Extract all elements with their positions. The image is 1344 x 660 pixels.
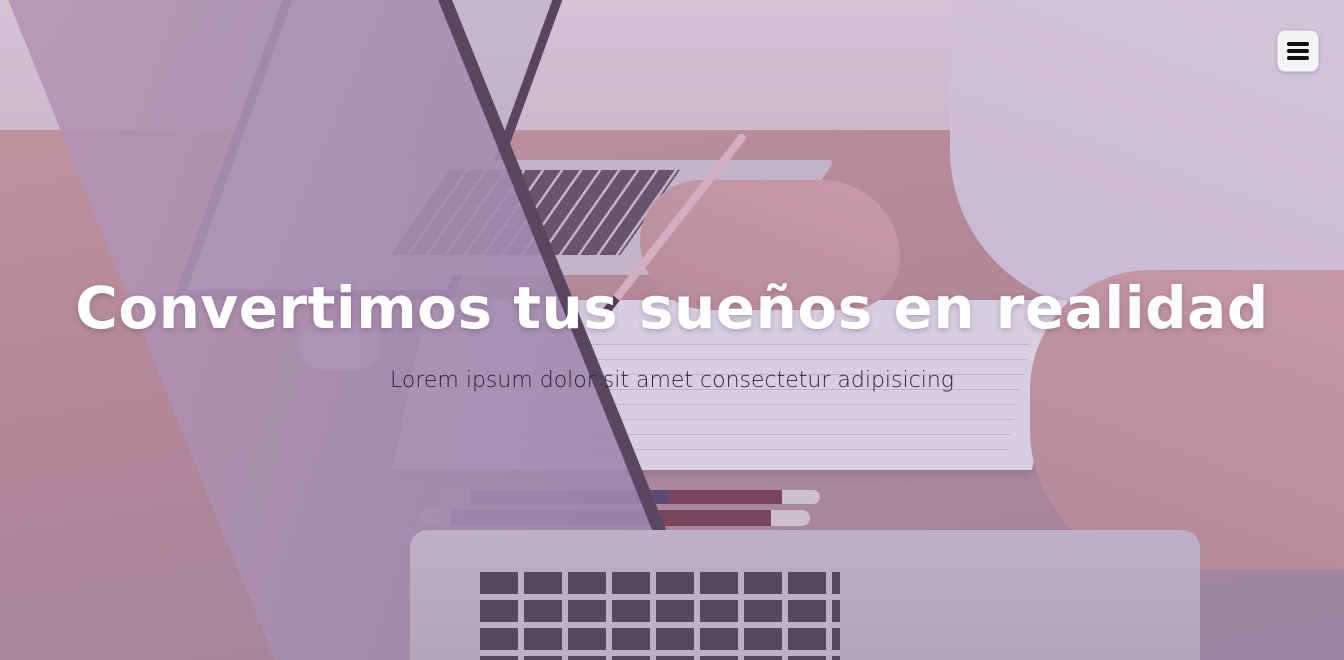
hero-section: Convertimos tus sueños en realidad Lorem…: [0, 0, 1344, 660]
hero-subtitle: Lorem ipsum dolor sit amet consectetur a…: [390, 368, 954, 393]
hero-content: Convertimos tus sueños en realidad Lorem…: [0, 0, 1344, 660]
hero-title: Convertimos tus sueños en realidad: [75, 274, 1269, 342]
menu-button[interactable]: [1277, 30, 1319, 72]
hamburger-menu-icon: [1287, 42, 1309, 60]
